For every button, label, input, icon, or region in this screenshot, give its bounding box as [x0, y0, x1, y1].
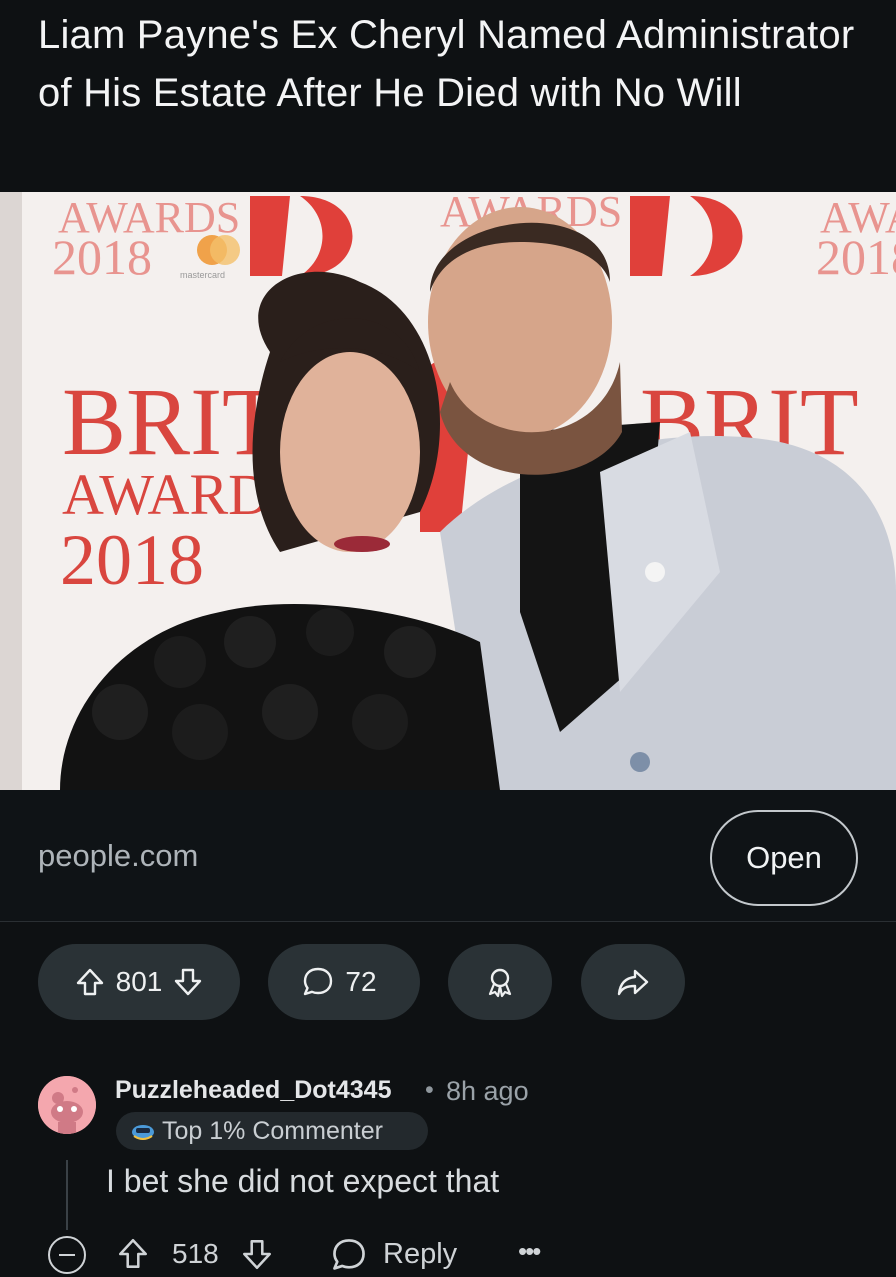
vote-pill: 801: [38, 944, 240, 1020]
thread-line[interactable]: [66, 1160, 68, 1230]
post-header: Liam Payne's Ex Cheryl Named Administrat…: [0, 0, 896, 192]
comment-count: 72: [345, 966, 377, 997]
post-page: Liam Payne's Ex Cheryl Named Administrat…: [0, 0, 896, 1277]
comment-vote-count: 518: [172, 1238, 219, 1269]
flair-label: Top 1% Commenter: [162, 1116, 383, 1145]
meta-separator: •: [425, 1076, 434, 1104]
user-flair: Top 1% Commenter: [116, 1112, 428, 1150]
backdrop-brand-text: BRIT: [62, 368, 281, 475]
snoo-avatar-icon: [38, 1076, 96, 1134]
comment-body: I bet she did not expect that: [106, 1163, 500, 1199]
photo-illustration: AWARDS 2018 mastercard AWARDS AWARDS 201…: [0, 192, 896, 790]
backdrop-year-text: 2018: [52, 229, 152, 285]
share-button[interactable]: [581, 944, 685, 1020]
open-link-button[interactable]: Open: [710, 810, 858, 906]
upvote-icon[interactable]: [74, 966, 106, 998]
post-image[interactable]: AWARDS 2018 mastercard AWARDS AWARDS 201…: [0, 192, 896, 790]
backdrop-year-text-4: 2018: [60, 520, 204, 600]
reply-bubble-icon[interactable]: [330, 1236, 368, 1277]
commenter-avatar[interactable]: [38, 1076, 96, 1134]
comment-bubble-icon: [301, 965, 335, 999]
backdrop-sponsor-text: mastercard: [180, 270, 225, 280]
reply-button[interactable]: Reply: [383, 1238, 457, 1271]
comment-timestamp: 8h ago: [446, 1076, 529, 1106]
award-button[interactable]: [448, 944, 552, 1020]
downvote-icon[interactable]: [172, 966, 204, 998]
more-options-icon[interactable]: •••: [518, 1236, 541, 1267]
comments-button[interactable]: 72: [268, 944, 420, 1020]
backdrop-year-text-3: 2018: [816, 229, 896, 285]
link-domain[interactable]: people.com: [38, 838, 198, 874]
upvote-count: 801: [115, 966, 163, 997]
comment-upvote-icon[interactable]: [116, 1236, 150, 1277]
collapse-thread-icon[interactable]: [48, 1236, 86, 1274]
share-arrow-icon: [615, 965, 651, 999]
comment-downvote-icon[interactable]: [240, 1236, 274, 1277]
award-icon: [483, 965, 517, 999]
comment-username[interactable]: Puzzleheaded_Dot4345: [115, 1076, 392, 1105]
top-commenter-icon: [130, 1120, 156, 1142]
post-title: Liam Payne's Ex Cheryl Named Administrat…: [38, 13, 855, 115]
